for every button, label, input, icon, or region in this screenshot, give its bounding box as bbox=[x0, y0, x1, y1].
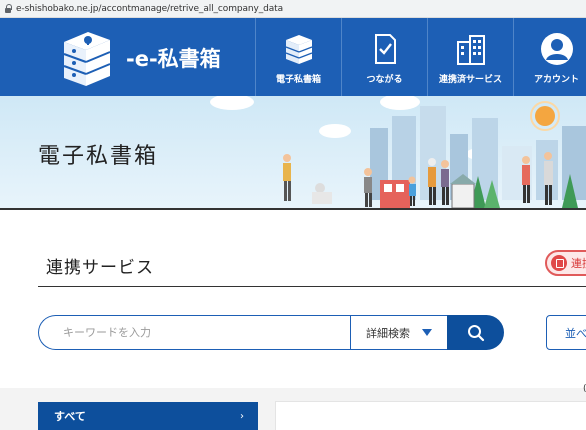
nav-item-account[interactable]: アカウント bbox=[513, 18, 586, 96]
nav-label: アカウント bbox=[533, 75, 579, 85]
search-bar: 詳細検索 bbox=[38, 315, 504, 350]
category-label: すべて bbox=[54, 410, 86, 423]
user-icon bbox=[540, 32, 574, 66]
lock-icon bbox=[4, 3, 12, 14]
cabinet-logo-icon bbox=[58, 28, 114, 88]
nav-item-linked-services[interactable]: 連携済サービス bbox=[427, 18, 513, 96]
nav-label: つながる bbox=[366, 75, 403, 85]
sort-label: 並べ bbox=[565, 326, 586, 340]
nav-label: 電子私書箱 bbox=[275, 75, 321, 85]
category-item-all[interactable]: すべて › bbox=[38, 402, 258, 430]
logo-text: -e-私書箱 bbox=[126, 47, 221, 71]
document-icon bbox=[551, 255, 567, 271]
results-panel bbox=[276, 402, 586, 430]
hero-banner: 電子私書箱 bbox=[0, 96, 586, 210]
building-icon bbox=[454, 32, 488, 66]
linked-badge-label: 連携 bbox=[571, 257, 586, 270]
linked-filter-badge[interactable]: 連携 bbox=[545, 250, 586, 276]
search-icon bbox=[467, 324, 484, 341]
chevron-right-icon: › bbox=[240, 410, 244, 422]
header-nav: 電子私書箱 つながる 連携済サービス アカウント bbox=[255, 18, 586, 96]
cabinet-icon bbox=[282, 32, 316, 66]
document-check-icon bbox=[368, 32, 402, 66]
search-input[interactable] bbox=[38, 315, 352, 350]
site-logo[interactable]: -e-私書箱 bbox=[58, 26, 258, 90]
advanced-search-dropdown[interactable]: 詳細検索 bbox=[350, 315, 448, 350]
hero-title: 電子私書箱 bbox=[38, 144, 159, 169]
section-divider bbox=[38, 286, 586, 287]
advanced-search-label: 詳細検索 bbox=[366, 326, 410, 340]
nav-item-mailbox[interactable]: 電子私書箱 bbox=[255, 18, 341, 96]
section-title: 連携サービス bbox=[46, 258, 154, 278]
triangle-down-icon bbox=[422, 329, 432, 336]
nav-label: 連携済サービス bbox=[438, 75, 502, 85]
url-text[interactable]: e-shishobako.ne.jp/accontmanage/retrive_… bbox=[16, 4, 283, 14]
browser-url-bar[interactable]: e-shishobako.ne.jp/accontmanage/retrive_… bbox=[0, 0, 586, 18]
sort-button[interactable]: 並べ bbox=[546, 315, 586, 350]
nav-item-connect[interactable]: つながる bbox=[341, 18, 427, 96]
search-button[interactable] bbox=[447, 315, 504, 350]
site-header: -e-私書箱 電子私書箱 つながる 連携済サービス アカウント bbox=[0, 18, 586, 96]
